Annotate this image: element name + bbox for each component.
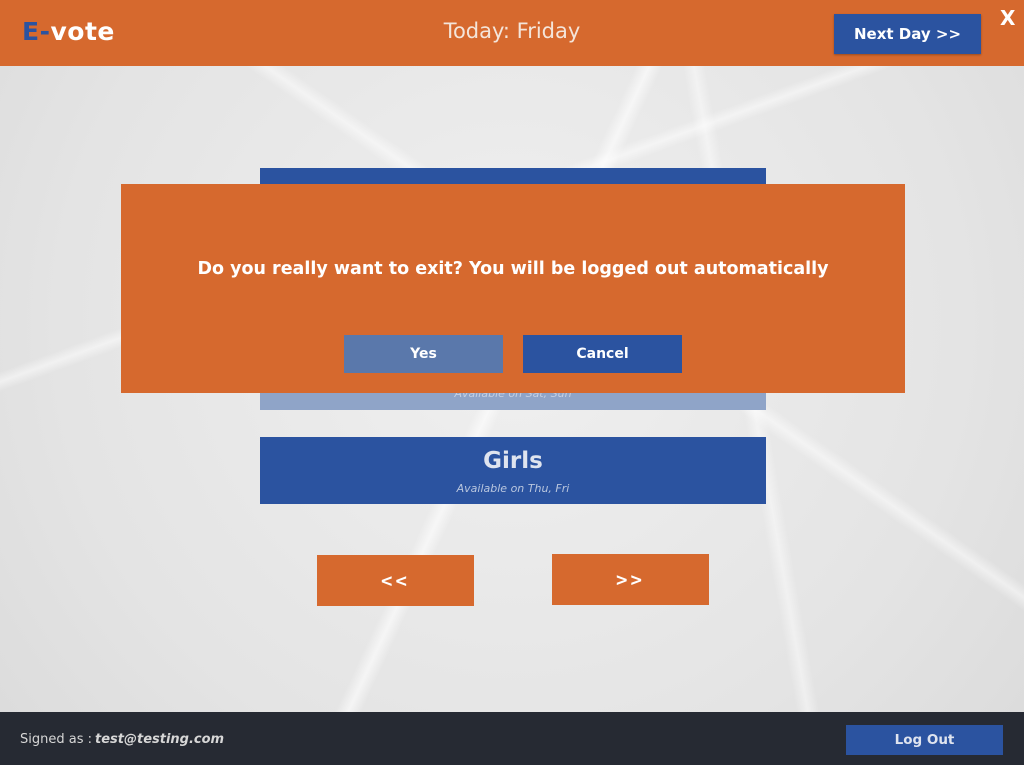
category-title: Girls: [483, 448, 543, 474]
user-email: test@testing.com: [95, 732, 225, 747]
dialog-message: Do you really want to exit? You will be …: [197, 259, 829, 279]
signed-as-label: Signed as :: [20, 732, 92, 747]
close-icon[interactable]: X: [1000, 6, 1015, 30]
cancel-button[interactable]: Cancel: [523, 335, 682, 373]
footer-bar: Signed as : test@testing.com Log Out: [0, 712, 1024, 765]
header-bar: E-vote Today: Friday Next Day >> X: [0, 0, 1024, 66]
category-card-girls[interactable]: Girls Available on Thu, Fri: [260, 437, 766, 504]
yes-button[interactable]: Yes: [344, 335, 503, 373]
next-day-button[interactable]: Next Day >>: [834, 14, 981, 54]
previous-button[interactable]: <<: [317, 555, 474, 606]
exit-confirm-dialog: Do you really want to exit? You will be …: [121, 184, 905, 393]
logout-button[interactable]: Log Out: [846, 725, 1003, 755]
category-availability: Available on Thu, Fri: [456, 482, 570, 495]
next-button[interactable]: >>: [552, 554, 709, 605]
